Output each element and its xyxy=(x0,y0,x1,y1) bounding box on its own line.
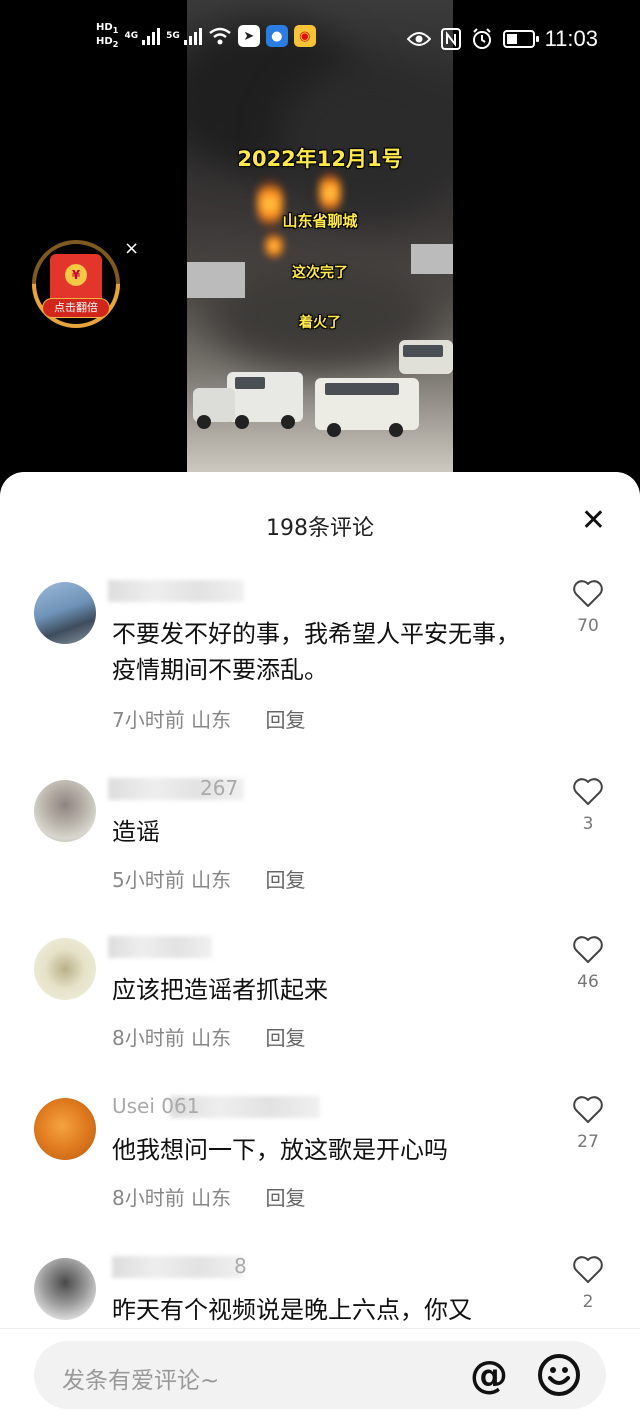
sim2-label: HD xyxy=(96,36,113,47)
red-packet-widget[interactable]: ¥ 点击翻倍 xyxy=(13,221,139,347)
fire xyxy=(265,232,283,260)
username-blur xyxy=(112,1256,242,1278)
like-button[interactable]: 2 xyxy=(568,1254,608,1312)
comment-time: 8小时前 xyxy=(112,1186,185,1210)
reply-button[interactable]: 回复 xyxy=(265,1026,305,1050)
net2-label: 5G xyxy=(166,31,180,41)
video-caption-3: 着火了 xyxy=(299,315,341,331)
comment-item: 不要发不好的事，我希望人平安无事，疫情期间不要添乱。 7小时前 山东 回复 70 xyxy=(0,578,640,738)
comment-time: 8小时前 xyxy=(112,1026,185,1050)
video-caption-1: 山东省聊城 xyxy=(282,212,358,230)
eye-icon xyxy=(406,32,431,46)
mention-button[interactable]: @ xyxy=(466,1352,512,1398)
heart-icon xyxy=(573,936,603,963)
comments-sheet: 198条评论 ✕ 不要发不好的事，我希望人平安无事，疫情期间不要添乱。 7小时前… xyxy=(0,472,640,1422)
comment-text: 他我想问一下，放这歌是开心吗 xyxy=(112,1136,448,1164)
heart-icon xyxy=(573,1256,603,1283)
sim2-index: 2 xyxy=(112,39,119,49)
comment-location: 山东 xyxy=(191,868,232,892)
comment-input-placeholder: 发条有爱评论~ xyxy=(62,1368,220,1394)
like-count: 3 xyxy=(582,814,594,834)
status-right: 11:03 xyxy=(406,26,598,52)
avatar[interactable] xyxy=(34,1098,96,1160)
comment-username[interactable]: 8 xyxy=(234,1254,247,1284)
comment-location: 山东 xyxy=(191,1186,232,1210)
van xyxy=(399,340,453,374)
comment-input[interactable]: 发条有爱评论~ @ xyxy=(34,1341,606,1409)
net1-label: 4G xyxy=(124,31,139,41)
comment-item: 267 造谣 5小时前 山东 回复 3 xyxy=(0,776,640,936)
comment-location: 山东 xyxy=(191,708,232,732)
like-count: 27 xyxy=(577,1132,599,1152)
comment-meta: 8小时前 山东 回复 xyxy=(112,1182,305,1211)
like-count: 70 xyxy=(577,616,599,636)
comment-location: 山东 xyxy=(191,1026,232,1050)
avatar[interactable] xyxy=(34,938,96,1000)
van xyxy=(315,378,419,437)
avatar[interactable] xyxy=(34,582,96,644)
comment-time: 5小时前 xyxy=(112,868,185,892)
clock: 11:03 xyxy=(544,26,598,51)
comment-meta: 8小时前 山东 回复 xyxy=(112,1022,305,1051)
comment-text: 造谣 xyxy=(112,818,160,846)
comment-text: 不要发不好的事，我希望人平安无事，疫情期间不要添乱。 xyxy=(112,620,520,684)
comment-text: 昨天有个视频说是晚上六点，你又 xyxy=(112,1296,472,1324)
red-packet-label: 点击翻倍 xyxy=(42,298,110,318)
app-bulb-icon: ● xyxy=(265,25,288,47)
comment-meta: 5小时前 山东 回复 xyxy=(112,864,305,893)
like-button[interactable]: 27 xyxy=(568,1094,608,1152)
sim-indicator: HD1 HD2 xyxy=(96,22,118,50)
sim1-index: 1 xyxy=(112,25,119,35)
car xyxy=(227,372,303,429)
alarm-icon xyxy=(472,28,491,49)
like-count: 46 xyxy=(577,972,599,992)
comment-username[interactable]: 267 xyxy=(200,776,238,806)
like-count: 2 xyxy=(582,1292,594,1312)
comment-meta: 7小时前 山东 回复 xyxy=(112,704,305,733)
heart-icon xyxy=(573,580,603,607)
app-arrow-icon: ➤ xyxy=(237,25,260,47)
signal-2-icon xyxy=(183,27,202,45)
heart-icon xyxy=(573,778,603,805)
signal-1-icon xyxy=(142,27,161,45)
comment-time: 7小时前 xyxy=(112,708,185,732)
close-icon[interactable]: ✕ xyxy=(581,506,606,536)
comment-item: 应该把造谣者抓起来 8小时前 山东 回复 46 xyxy=(0,934,640,1094)
comment-username[interactable]: Usei 061 xyxy=(112,1094,199,1124)
comments-title: 198条评论 xyxy=(266,516,374,541)
reply-button[interactable]: 回复 xyxy=(265,708,305,732)
like-button[interactable]: 70 xyxy=(568,578,608,636)
avatar[interactable] xyxy=(34,1258,96,1320)
weibo-icon: ◉ xyxy=(293,25,316,47)
wifi-icon xyxy=(209,27,231,45)
reply-button[interactable]: 回复 xyxy=(265,868,305,892)
status-bar: HD1 HD2 4G 5G ➤ ● ◉ 11:03 xyxy=(0,0,640,82)
emoji-icon[interactable] xyxy=(536,1352,582,1398)
comment-text: 应该把造谣者抓起来 xyxy=(112,976,328,1004)
coin-icon: ¥ xyxy=(65,264,87,286)
video-caption-date: 2022年12月1号 xyxy=(237,147,403,171)
sim1-label: HD xyxy=(96,22,113,33)
heart-icon xyxy=(573,1096,603,1123)
battery-icon xyxy=(502,30,539,48)
like-button[interactable]: 3 xyxy=(568,776,608,834)
video-caption-2: 这次完了 xyxy=(292,265,348,281)
reply-button[interactable]: 回复 xyxy=(265,1186,305,1210)
username-blur xyxy=(108,580,244,602)
status-left: HD1 HD2 4G 5G ➤ ● ◉ xyxy=(96,22,316,50)
battery-fill xyxy=(506,34,518,44)
comment-input-bar: 发条有爱评论~ @ xyxy=(0,1328,640,1422)
nfc-icon xyxy=(440,28,461,50)
username-blur xyxy=(108,936,212,958)
avatar[interactable] xyxy=(34,780,96,842)
like-button[interactable]: 46 xyxy=(568,934,608,992)
car xyxy=(193,388,235,429)
red-packet-close-button[interactable]: × xyxy=(124,238,139,259)
smoke xyxy=(277,60,453,220)
at-icon: @ xyxy=(470,1353,508,1397)
comment-item: Usei 061 他我想问一下，放这歌是开心吗 8小时前 山东 回复 27 xyxy=(0,1094,640,1254)
